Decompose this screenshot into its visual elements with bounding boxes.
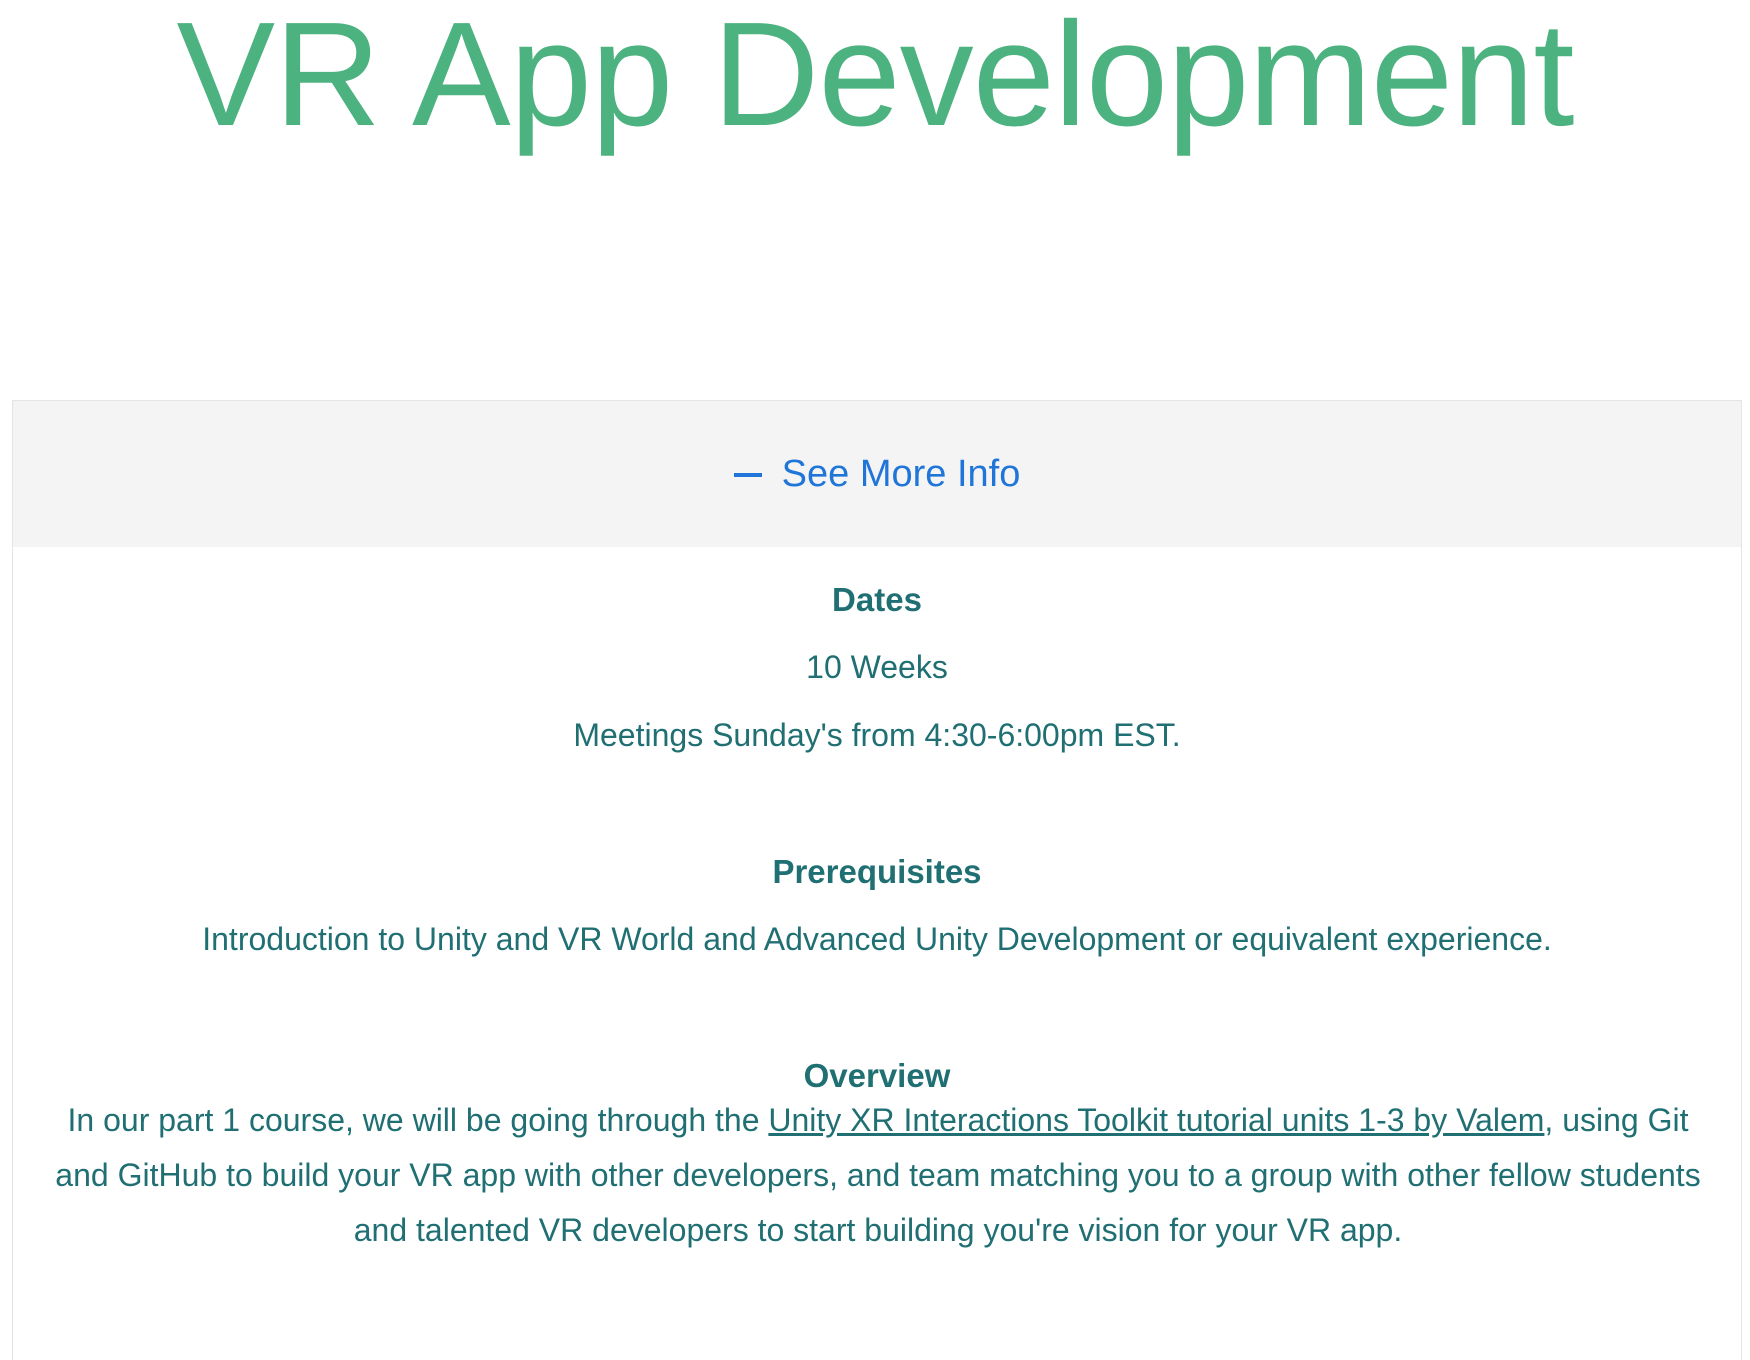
minus-icon (733, 473, 762, 477)
accordion-header[interactable]: See More Info (13, 401, 1741, 547)
overview-heading: Overview (803, 1057, 951, 1094)
prerequisites-heading: Prerequisites (772, 853, 982, 890)
more-info-accordion: See More Info Dates 10 Weeks Meetings Su… (12, 400, 1742, 1360)
prerequisites-text: Introduction to Unity and VR World and A… (202, 921, 1552, 957)
dates-heading: Dates (832, 581, 922, 618)
valem-tutorial-link[interactable]: Unity XR Interactions Toolkit tutorial u… (768, 1102, 1544, 1138)
dates-meetings: Meetings Sunday's from 4:30-6:00pm EST. (573, 717, 1181, 753)
dates-duration: 10 Weeks (806, 649, 948, 685)
toggle-label: See More Info (781, 452, 1021, 495)
overview-text: In our part 1 course, we will be going t… (53, 1093, 1703, 1258)
overview-text-before-link: In our part 1 course, we will be going t… (67, 1102, 769, 1138)
page-title: VR App Development (176, 0, 1574, 157)
see-more-info-toggle[interactable]: See More Info (733, 452, 1021, 496)
